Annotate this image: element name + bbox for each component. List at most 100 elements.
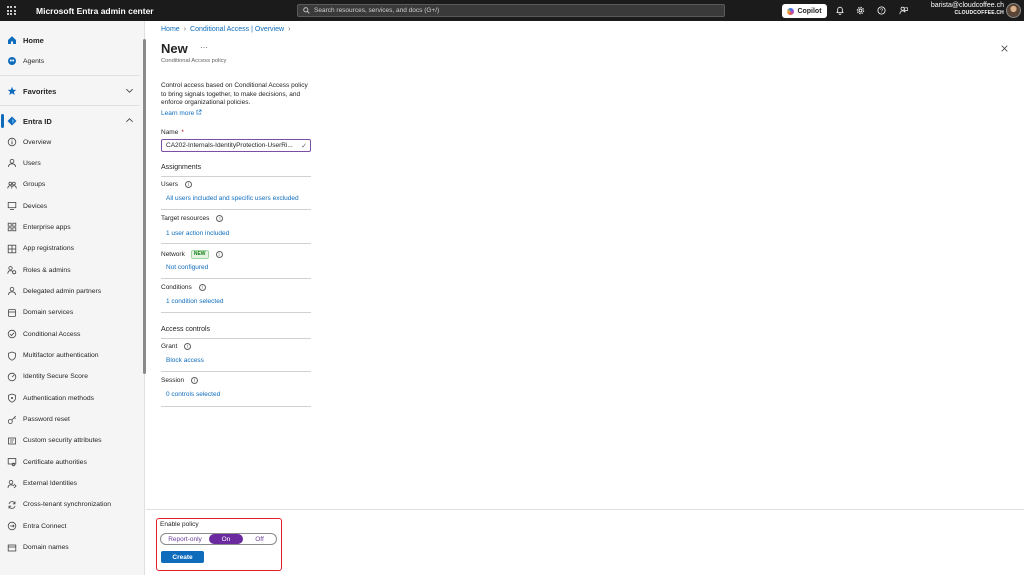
breadcrumb-home[interactable]: Home [161,26,180,33]
sidebar-item-roles-admins[interactable]: Roles & admins [0,260,140,280]
info-icon[interactable]: i [184,181,192,188]
app-launcher-icon[interactable] [0,0,22,21]
sidebar-item-multifactor-authentication[interactable]: Multifactor authentication [0,346,140,366]
device-icon [6,201,17,212]
sidebar-item-home[interactable]: Home [0,30,140,50]
sidebar-item-entra-id[interactable]: Entra ID [0,111,140,131]
sidebar-item-custom-security-attributes[interactable]: Custom security attributes [0,431,140,451]
sidebar-item-certificate-authorities[interactable]: Certificate authorities [0,452,140,472]
search-icon [303,7,310,14]
help-icon[interactable]: ? [876,5,886,15]
feedback-icon[interactable] [898,5,908,15]
search-placeholder: Search resources, services, and docs (G+… [314,7,440,14]
enable-policy-toggle: Report-only On Off [160,533,277,545]
copilot-label: Copilot [797,7,822,15]
sidebar-item-users[interactable]: Users [0,153,140,173]
sidebar-item-conditional-access[interactable]: Conditional Access [0,324,140,344]
shield-icon [6,350,17,361]
auth-methods-icon [6,393,17,404]
entra-diamond-icon [6,116,17,127]
checkmark-icon: ✓ [301,143,307,150]
on-option[interactable]: On [209,534,243,544]
agents-icon [6,56,17,67]
target-resources-link[interactable]: 1 user action included [166,230,229,237]
avatar[interactable] [1006,3,1021,18]
app-title[interactable]: Microsoft Entra admin center [36,6,154,16]
info-icon[interactable]: i [184,343,192,350]
sidebar-item-app-registrations[interactable]: App registrations [0,239,140,259]
sidebar-item-label: Domain names [23,544,69,552]
sidebar-item-password-reset[interactable]: Password reset [0,410,140,430]
divider [161,406,311,407]
more-options-button[interactable]: ··· [200,43,208,52]
groups-icon [6,179,17,190]
sidebar-item-groups[interactable]: Groups [0,175,140,195]
sidebar-item-authentication-methods[interactable]: Authentication methods [0,388,140,408]
sidebar-item-delegated-admin-partners[interactable]: Delegated admin partners [0,281,140,301]
divider [161,312,311,313]
sidebar-item-enterprise-apps[interactable]: Enterprise apps [0,217,140,237]
key-icon [6,414,17,425]
sidebar-item-overview[interactable]: Overview [0,132,140,152]
sidebar-item-domain-services[interactable]: Domain services [0,303,140,323]
network-label-row: Network NEW i [161,250,223,259]
breadcrumb-conditional-access[interactable]: Conditional Access | Overview [190,26,284,33]
sidebar-item-entra-connect[interactable]: Entra Connect [0,516,140,536]
user-icon [6,158,17,169]
conditions-label: Conditions [161,284,192,291]
report-only-option[interactable]: Report-only [161,534,209,544]
account-email: barista@cloudcoffee.ch [930,2,1004,9]
create-button[interactable]: Create [161,551,204,563]
conditions-label-row: Conditions i [161,284,206,291]
learn-more-link[interactable]: Learn more [161,109,202,117]
off-option[interactable]: Off [243,534,276,544]
info-icon[interactable]: i [198,284,206,291]
conditions-link[interactable]: 1 condition selected [166,298,223,305]
search-input[interactable]: Search resources, services, and docs (G+… [297,4,725,17]
users-link[interactable]: All users included and specific users ex… [166,195,299,202]
sidebar-item-devices[interactable]: Devices [0,196,140,216]
grant-link[interactable]: Block access [166,357,204,364]
domain-services-icon [6,307,17,318]
policy-name-input[interactable]: CA202-Internals-IdentityProtection-UserR… [161,139,311,152]
enable-policy-label: Enable policy [160,521,199,528]
sidebar-item-external-identities[interactable]: External Identities [0,474,140,494]
info-icon[interactable]: i [215,251,223,258]
sidebar-item-label: Favorites [23,86,57,96]
bell-icon[interactable] [835,5,845,15]
sidebar-item-label: Password reset [23,416,70,424]
sync-icon [6,499,17,510]
roles-icon [6,265,17,276]
divider [161,371,311,372]
page-title: New [161,41,188,56]
sidebar-item-agents[interactable]: Agents [0,51,140,71]
chevron-right-icon: › [288,26,291,33]
network-link[interactable]: Not configured [166,264,208,271]
conditional-access-icon [6,329,17,340]
partners-icon [6,286,17,297]
users-label: Users [161,181,178,188]
gear-icon[interactable] [855,5,865,15]
divider [0,75,140,76]
sidebar-item-label: Conditional Access [23,330,81,338]
session-label-row: Session i [161,377,199,384]
sidebar-item-cross-tenant-synchronization[interactable]: Cross-tenant synchronization [0,495,140,515]
new-badge: NEW [190,250,209,259]
chevron-down-icon[interactable] [125,86,134,97]
sidebar-item-label: Roles & admins [23,266,71,274]
sidebar-item-domain-names[interactable]: Domain names [0,538,140,558]
sidebar-item-label: Cross-tenant synchronization [23,501,112,509]
sidebar-scrollbar[interactable] [143,39,146,374]
info-icon[interactable]: i [191,377,199,384]
session-link[interactable]: 0 controls selected [166,391,220,398]
info-icon [6,137,17,148]
account-menu[interactable]: barista@cloudcoffee.ch CLOUDCOFFEE.CH [931,2,1004,16]
sidebar-item-favorites[interactable]: Favorites [0,81,140,101]
copilot-button[interactable]: Copilot [782,4,827,18]
home-icon [6,35,17,46]
info-icon[interactable]: i [216,215,224,222]
sidebar-item-identity-secure-score[interactable]: Identity Secure Score [0,367,140,387]
grant-label-row: Grant i [161,343,192,350]
close-icon[interactable] [999,43,1009,53]
chevron-up-icon[interactable] [125,116,134,127]
